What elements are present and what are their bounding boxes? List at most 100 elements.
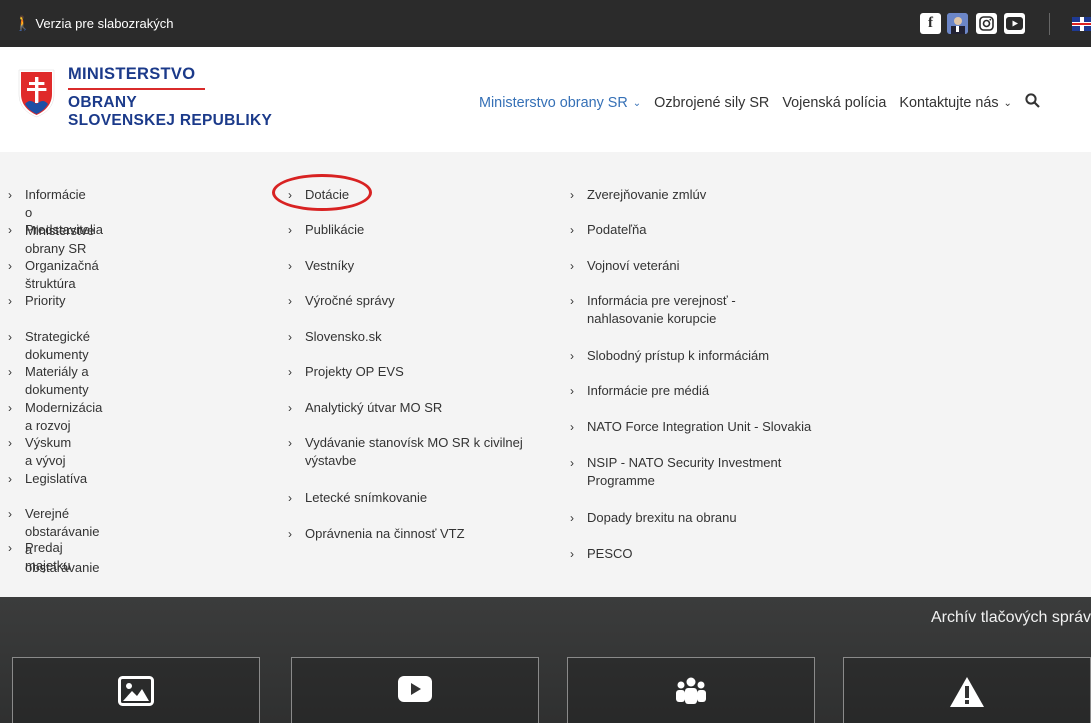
low-vision-label: Verzia pre slabozrakých xyxy=(35,16,174,31)
menu-item[interactable]: › Informácia pre verejnosť - nahlasovanie… xyxy=(570,292,777,328)
menu-item[interactable]: › Strategické dokumenty xyxy=(8,328,90,364)
menu-item-label: Letecké snímkovanie xyxy=(305,490,428,505)
menu-item[interactable]: › Vestníky xyxy=(288,257,550,275)
menu-item-label: Vojnoví veteráni xyxy=(587,258,680,273)
menu-item-label: Výskum a vývoj xyxy=(25,435,72,468)
menu-item-label: Predaj majetku xyxy=(25,540,71,573)
press-archive-link[interactable]: Archív tlačových správ xyxy=(931,609,1091,627)
menu-item[interactable]: › Informácie pre médiá xyxy=(570,382,847,400)
people-icon xyxy=(676,677,706,704)
menu-item[interactable]: › Slobodný prístup k informáciám xyxy=(570,347,847,365)
menu-item-label: NATO Force Integration Unit - Slovakia xyxy=(587,419,812,434)
menu-item-label: Dopady brexitu na obranu xyxy=(587,510,737,525)
chevron-right-icon: › xyxy=(8,401,12,415)
chevron-right-icon: › xyxy=(570,420,574,434)
menu-item[interactable]: › Predaj majetku xyxy=(8,539,71,575)
low-vision-version-link[interactable]: 🚶 Verzia pre slabozrakých xyxy=(14,15,173,32)
menu-item[interactable]: › Modernizácia a rozvoj xyxy=(8,399,102,435)
instagram-icon[interactable] xyxy=(976,13,997,34)
chevron-right-icon: › xyxy=(8,330,12,344)
chevron-right-icon: › xyxy=(288,223,292,237)
chevron-right-icon: › xyxy=(288,365,292,379)
nav-item-vojenska-policia[interactable]: Vojenská polícia xyxy=(782,95,886,111)
menu-item[interactable]: › Letecké snímkovanie xyxy=(288,489,550,507)
menu-item-label: PESCO xyxy=(587,546,633,561)
chevron-right-icon: › xyxy=(288,330,292,344)
menu-item[interactable]: › Predstavitelia xyxy=(8,221,103,239)
menu-item-label: Vydávanie stanovísk MO SR k civilnej výs… xyxy=(305,435,523,468)
video-icon xyxy=(398,676,432,702)
menu-item-label: NSIP - NATO Security Investment Programm… xyxy=(587,455,782,488)
menu-item[interactable]: › Vojnoví veteráni xyxy=(570,257,847,275)
gallery-icon xyxy=(118,676,154,706)
menu-item-label: Legislatíva xyxy=(25,471,88,486)
chevron-right-icon: › xyxy=(288,259,292,273)
menu-item[interactable]: › NSIP - NATO Security Investment Program… xyxy=(570,454,802,490)
menu-item[interactable]: › Vydávanie stanovísk MO SR k civilnej vý… xyxy=(288,434,550,470)
menu-item[interactable]: › Slovensko.sk xyxy=(288,328,550,346)
chevron-down-icon: ⌄ xyxy=(1003,97,1012,109)
media-section: Archív tlačových správ xyxy=(0,597,1091,723)
nav-item-label: Vojenská polícia xyxy=(782,95,887,111)
menu-item[interactable]: › Dopady brexitu na obranu xyxy=(570,509,847,527)
ministry-logo[interactable]: MINISTERSTVO OBRANY SLOVENSKEJ REPUBLIKY xyxy=(68,65,272,130)
menu-item[interactable]: › Zverejňovanie zmlúv xyxy=(570,186,847,204)
menu-item[interactable]: › NATO Force Integration Unit - Slovakia xyxy=(570,418,847,436)
chevron-right-icon: › xyxy=(570,223,574,237)
menu-item[interactable]: › Priority xyxy=(8,292,65,310)
nav-item-ozbrojene-sily[interactable]: Ozbrojené sily SR xyxy=(654,95,769,111)
warning-tile[interactable] xyxy=(843,657,1091,723)
chevron-right-icon: › xyxy=(288,401,292,415)
facebook-icon[interactable]: f xyxy=(920,13,941,34)
nav-item-kontakt[interactable]: Kontaktujte nás ⌄ xyxy=(899,95,1012,111)
chevron-right-icon: › xyxy=(570,188,574,202)
chevron-right-icon: › xyxy=(8,223,12,237)
mega-menu: › Informácie o Ministerstve obrany SR › Pr… xyxy=(0,152,1091,597)
gallery-tile[interactable] xyxy=(12,657,260,723)
nav-item-label: Ministerstvo obrany SR xyxy=(479,95,628,111)
chevron-right-icon: › xyxy=(8,436,12,450)
menu-item-label: Výročné správy xyxy=(305,293,395,308)
menu-item-label: Zverejňovanie zmlúv xyxy=(587,187,707,202)
walking-person-icon: 🚶 xyxy=(14,15,32,31)
chevron-right-icon: › xyxy=(570,456,574,470)
menu-item-label: Slobodný prístup k informáciám xyxy=(587,348,770,363)
youtube-icon[interactable] xyxy=(1004,13,1025,34)
menu-item-label: Materiály a dokumenty xyxy=(25,364,89,397)
logo-line-ministerstvo: MINISTERSTVO xyxy=(68,65,196,83)
menu-item[interactable]: › Organizačná štruktúra xyxy=(8,257,99,293)
menu-item[interactable]: › PESCO xyxy=(570,545,847,563)
coat-of-arms-icon[interactable] xyxy=(17,68,56,118)
menu-item-label: Analytický útvar MO SR xyxy=(305,400,443,415)
chevron-right-icon: › xyxy=(288,527,292,541)
search-icon[interactable] xyxy=(1025,93,1040,113)
menu-item[interactable]: › Analytický útvar MO SR xyxy=(288,399,550,417)
chevron-right-icon: › xyxy=(570,294,574,308)
menu-item[interactable]: › Výskum a vývoj xyxy=(8,434,71,470)
menu-item[interactable]: › Oprávnenia na činnosť VTZ xyxy=(288,525,550,543)
main-nav: Ministerstvo obrany SR ⌄ Ozbrojené sily … xyxy=(479,93,1040,113)
chevron-right-icon: › xyxy=(8,259,12,273)
menu-item[interactable]: › Materiály a dokumenty xyxy=(8,363,89,399)
nav-item-ministerstvo[interactable]: Ministerstvo obrany SR ⌄ xyxy=(479,95,641,111)
logo-red-rule xyxy=(68,88,205,90)
logo-line-obrany: OBRANY xyxy=(68,94,137,111)
menu-item[interactable]: › Podateľňa xyxy=(570,221,847,239)
menu-item-label: Vestníky xyxy=(305,258,355,273)
english-flag-icon[interactable] xyxy=(1072,17,1091,31)
menu-item[interactable]: › Projekty OP EVS xyxy=(288,363,550,381)
menu-item[interactable]: › Legislatíva xyxy=(8,470,87,488)
photo-icon[interactable] xyxy=(947,13,968,34)
chevron-right-icon: › xyxy=(570,384,574,398)
menu-item-label: Strategické dokumenty xyxy=(25,329,91,362)
menu-item[interactable]: › Výročné správy xyxy=(288,292,550,310)
people-tile[interactable] xyxy=(567,657,815,723)
chevron-right-icon: › xyxy=(288,491,292,505)
menu-item-label: Oprávnenia na činnosť VTZ xyxy=(305,526,465,541)
warning-icon xyxy=(950,677,984,707)
chevron-right-icon: › xyxy=(570,511,574,525)
site-header: MINISTERSTVO OBRANY SLOVENSKEJ REPUBLIKY… xyxy=(0,47,1091,152)
video-tile[interactable] xyxy=(291,657,539,723)
menu-item[interactable]: › Publikácie xyxy=(288,221,550,239)
chevron-right-icon: › xyxy=(288,436,292,450)
